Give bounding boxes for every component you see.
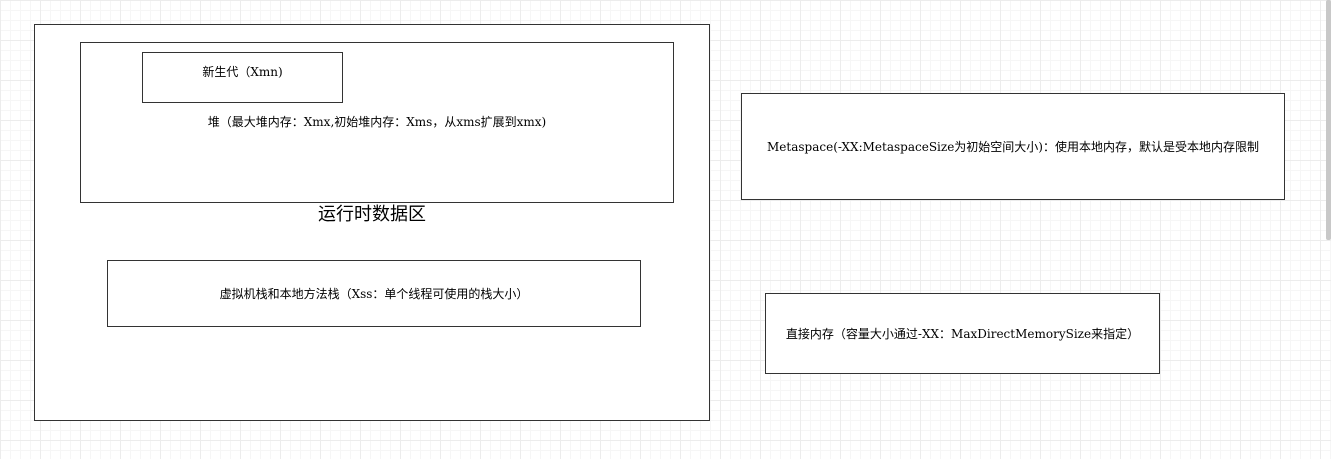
stack-label: 虚拟机栈和本地方法栈（Xss：单个线程可使用的栈大小）	[219, 287, 529, 301]
heap-label: 堆（最大堆内存：Xmx,初始堆内存：Xms，从xms扩展到xmx)	[207, 115, 547, 129]
young-generation-label: 新生代（Xmn)	[202, 65, 283, 79]
runtime-data-area-label: 运行时数据区	[318, 204, 426, 225]
metaspace-box[interactable]: Metaspace(-XX:MetaspaceSize为初始空间大小)：使用本地…	[741, 93, 1285, 200]
vertical-scrollbar[interactable]	[1326, 0, 1331, 240]
stack-box[interactable]: 虚拟机栈和本地方法栈（Xss：单个线程可使用的栈大小）	[107, 260, 641, 327]
direct-memory-label: 直接内存（容量大小通过-XX：MaxDirectMemorySize来指定）	[785, 327, 1140, 341]
metaspace-label: Metaspace(-XX:MetaspaceSize为初始空间大小)：使用本地…	[767, 140, 1259, 154]
direct-memory-box[interactable]: 直接内存（容量大小通过-XX：MaxDirectMemorySize来指定）	[765, 293, 1160, 374]
